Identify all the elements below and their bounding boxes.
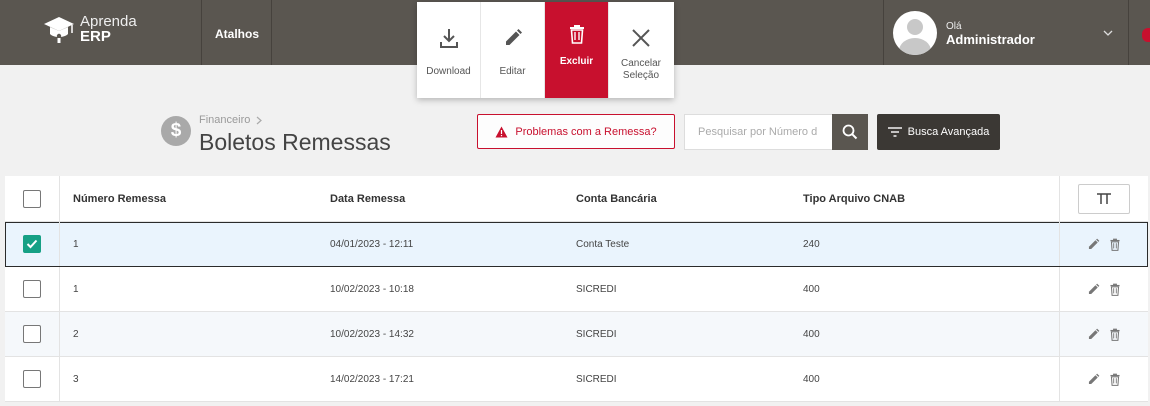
cell-conta: SICREDI xyxy=(576,328,617,340)
row-delete-button[interactable] xyxy=(1109,373,1121,386)
cell-numero: 3 xyxy=(73,373,79,385)
brand-name-line1: Aprenda xyxy=(80,13,137,30)
row-edit-button[interactable] xyxy=(1087,328,1100,341)
nav-atalhos[interactable]: Atalhos xyxy=(215,27,259,41)
row-edit-button[interactable] xyxy=(1087,373,1100,386)
notification-badge[interactable] xyxy=(1142,28,1150,42)
column-header-conta[interactable]: Conta Bancária xyxy=(576,176,657,221)
brand-logo[interactable]: Aprenda ERP xyxy=(42,14,137,44)
trash-icon xyxy=(1110,283,1120,296)
trash-icon xyxy=(1110,328,1120,341)
divider xyxy=(1128,0,1129,65)
breadcrumb-financeiro[interactable]: Financeiro xyxy=(199,114,250,126)
divider xyxy=(883,0,884,65)
cell-tipo: 240 xyxy=(803,238,820,250)
row-checkbox[interactable] xyxy=(23,370,41,388)
pencil-icon xyxy=(1088,283,1100,294)
row-edit-button[interactable] xyxy=(1087,238,1100,251)
dollar-icon: $ xyxy=(161,116,191,146)
cell-data: 04/01/2023 - 12:11 xyxy=(330,238,414,250)
columns-icon xyxy=(1097,192,1111,204)
divider xyxy=(271,0,272,65)
cell-data: 10/02/2023 - 10:18 xyxy=(330,283,414,295)
cell-tipo: 400 xyxy=(803,373,820,385)
column-settings-button[interactable] xyxy=(1078,183,1130,214)
cell-conta: Conta Teste xyxy=(576,238,630,250)
cancel-selection-label: Cancelar Seleção xyxy=(620,58,662,81)
delete-label: Excluir xyxy=(559,56,594,67)
check-icon xyxy=(26,239,38,249)
delete-button[interactable]: Excluir xyxy=(545,2,609,98)
row-delete-button[interactable] xyxy=(1109,238,1121,251)
row-delete-button[interactable] xyxy=(1109,328,1121,341)
search-icon xyxy=(842,124,858,140)
page-title: Boletos Remessas xyxy=(199,129,391,155)
cell-tipo: 400 xyxy=(803,283,820,295)
close-icon xyxy=(632,29,650,47)
column-header-data[interactable]: Data Remessa xyxy=(330,176,405,221)
avatar xyxy=(893,11,937,55)
select-all-checkbox[interactable] xyxy=(23,189,41,208)
row-checkbox[interactable] xyxy=(23,235,41,253)
user-name: Administrador xyxy=(946,32,1035,47)
pencil-icon xyxy=(1088,238,1100,249)
pencil-icon xyxy=(1088,373,1100,384)
remessa-problems-label: Problemas com a Remessa? xyxy=(515,125,657,138)
pencil-icon xyxy=(1088,328,1100,339)
advanced-search-button[interactable]: Busca Avançada xyxy=(877,114,1000,150)
selection-action-bar: Download Editar Excluir Cancelar Seleção xyxy=(417,2,674,98)
edit-button[interactable]: Editar xyxy=(481,2,545,98)
remessas-table: Número Remessa Data Remessa Conta Bancár… xyxy=(5,176,1148,402)
table-row[interactable]: 1 10/02/2023 - 10:18 SICREDI 400 xyxy=(5,267,1148,312)
column-header-numero[interactable]: Número Remessa xyxy=(73,176,166,221)
trash-icon xyxy=(569,25,584,44)
download-button[interactable]: Download xyxy=(417,2,481,98)
brand-name-line2: ERP xyxy=(80,28,111,45)
breadcrumb: Financeiro xyxy=(199,114,263,126)
user-menu[interactable]: Olá Administrador xyxy=(893,11,1035,55)
cancel-selection-button[interactable]: Cancelar Seleção xyxy=(609,2,673,98)
filter-icon xyxy=(887,127,902,137)
cell-tipo: 400 xyxy=(803,328,820,340)
table-header: Número Remessa Data Remessa Conta Bancár… xyxy=(5,176,1148,222)
graduation-cap-icon xyxy=(44,17,74,43)
download-icon xyxy=(439,29,458,48)
cell-conta: SICREDI xyxy=(576,373,617,385)
row-checkbox[interactable] xyxy=(23,280,41,298)
download-label: Download xyxy=(426,66,471,77)
divider xyxy=(201,0,202,65)
column-header-tipo[interactable]: Tipo Arquivo CNAB xyxy=(803,176,905,221)
search-button[interactable] xyxy=(832,114,868,150)
search-input[interactable] xyxy=(684,114,832,150)
row-delete-button[interactable] xyxy=(1109,283,1121,296)
cell-data: 14/02/2023 - 17:21 xyxy=(330,373,414,385)
row-checkbox[interactable] xyxy=(23,325,41,343)
edit-label: Editar xyxy=(499,66,526,77)
chevron-right-icon xyxy=(256,116,263,124)
chevron-down-icon[interactable] xyxy=(1103,28,1113,38)
cell-numero: 1 xyxy=(73,238,79,250)
table-row[interactable]: 1 04/01/2023 - 12:11 Conta Teste 240 xyxy=(5,222,1148,267)
cell-data: 10/02/2023 - 14:32 xyxy=(330,328,414,340)
advanced-search-label: Busca Avançada xyxy=(907,126,990,138)
row-edit-button[interactable] xyxy=(1087,283,1100,296)
pencil-icon xyxy=(505,29,522,45)
cell-numero: 1 xyxy=(73,283,79,295)
table-row[interactable]: 2 10/02/2023 - 14:32 SICREDI 400 xyxy=(5,312,1148,357)
cell-numero: 2 xyxy=(73,328,79,340)
remessa-problems-button[interactable]: Problemas com a Remessa? xyxy=(477,114,675,149)
cell-conta: SICREDI xyxy=(576,283,617,295)
trash-icon xyxy=(1110,238,1120,251)
trash-icon xyxy=(1110,373,1120,386)
table-row[interactable]: 3 14/02/2023 - 17:21 SICREDI 400 xyxy=(5,357,1148,402)
warning-icon xyxy=(495,126,508,137)
